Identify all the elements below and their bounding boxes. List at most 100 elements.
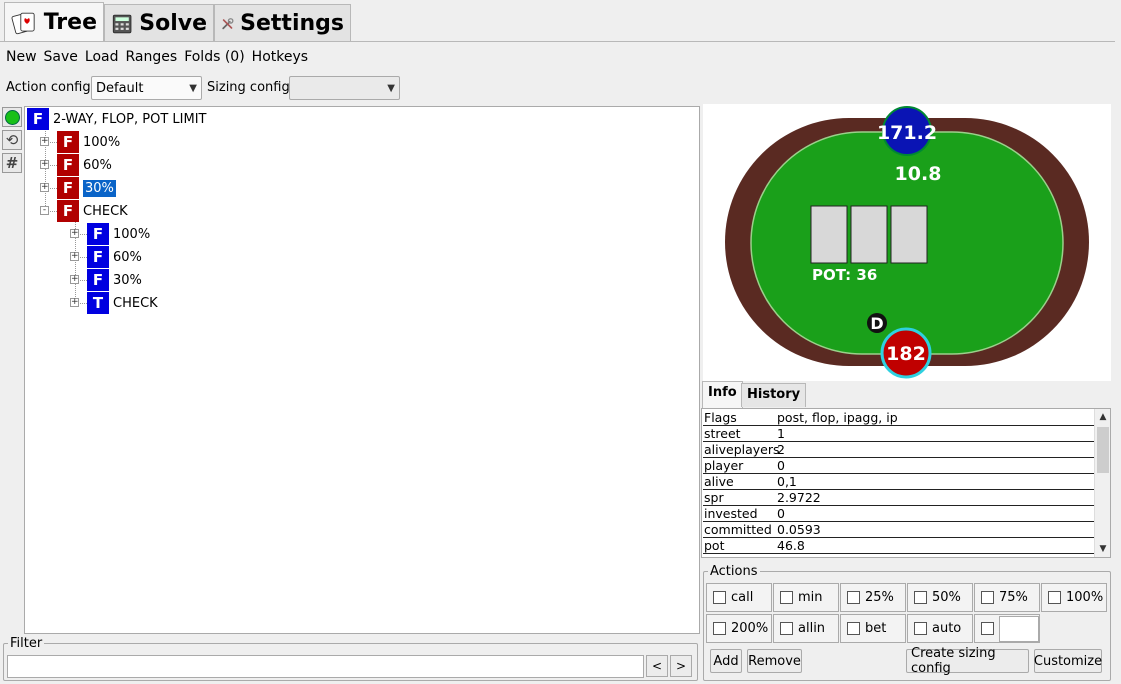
expand-icon[interactable]: +	[70, 275, 79, 284]
tree-node[interactable]: T CHECK	[87, 292, 158, 314]
tab-settings-label: Settings	[240, 11, 344, 36]
scroll-up-icon[interactable]: ▲	[1095, 409, 1110, 425]
tree-node[interactable]: F 60%	[57, 154, 112, 176]
info-row: alive 0,1	[703, 474, 1094, 490]
action-checkbox-bet[interactable]: bet	[840, 614, 906, 643]
refresh-icon: ⟲	[5, 131, 19, 149]
refresh-button[interactable]: ⟲	[2, 130, 22, 150]
tab-tree[interactable]: Tree	[4, 2, 104, 42]
tab-solve[interactable]: Solve	[104, 4, 214, 42]
action-checkbox-100[interactable]: 100%	[1041, 583, 1107, 612]
action-checkbox-allin[interactable]: allin	[773, 614, 839, 643]
action-config-select[interactable]: Default ▼	[91, 76, 202, 100]
node-badge: F	[57, 154, 79, 176]
expand-icon[interactable]: +	[40, 137, 49, 146]
create-sizing-config-button[interactable]: Create sizing config	[906, 646, 1029, 676]
checkbox-icon	[981, 591, 994, 604]
menu-folds[interactable]: Folds (0)	[184, 49, 244, 65]
tree-node-label: 60%	[83, 157, 112, 173]
poker-table: 171.2 10.8 POT: 36 D 182	[725, 106, 1089, 379]
tree-node[interactable]: F 60%	[87, 246, 142, 268]
tree-root[interactable]: F 2-WAY, FLOP, POT LIMIT	[27, 108, 206, 130]
action-checkbox-25[interactable]: 25%	[840, 583, 906, 612]
tree-root-label: 2-WAY, FLOP, POT LIMIT	[53, 111, 207, 127]
top-stack-text: 171.2	[877, 122, 937, 144]
info-row: invested 0	[703, 506, 1094, 522]
info-row: spr 2.9722	[703, 490, 1094, 506]
pot-text: POT: 36	[812, 266, 877, 284]
expand-icon[interactable]: +	[40, 183, 49, 192]
checkbox-icon	[914, 622, 927, 635]
action-checkbox-75[interactable]: 75%	[974, 583, 1040, 612]
chevron-down-icon: ▼	[387, 82, 395, 94]
checkbox-icon	[780, 622, 793, 635]
dealer-text: D	[870, 314, 883, 333]
info-row: committed 0.0593	[703, 522, 1094, 538]
checkbox-icon	[1048, 591, 1061, 604]
playing-cards-icon	[11, 12, 35, 34]
tree-node[interactable]: F CHECK	[57, 200, 128, 222]
action-config-label: Action config:	[6, 80, 96, 95]
node-badge: F	[57, 131, 79, 153]
node-badge: F	[27, 108, 49, 130]
scroll-thumb[interactable]	[1097, 427, 1109, 473]
menu-bar: New Save Load Ranges Folds (0) Hotkeys	[6, 49, 308, 65]
expand-icon[interactable]: +	[40, 160, 49, 169]
action-checkbox-custom[interactable]	[974, 614, 1040, 643]
info-scrollbar[interactable]: ▲ ▼	[1094, 409, 1110, 557]
hash-icon: #	[5, 154, 19, 172]
tree-node-label: 30%	[83, 179, 116, 197]
checkbox-icon	[914, 591, 927, 604]
action-tree[interactable]: F 2-WAY, FLOP, POT LIMIT + F 100% + F 60…	[24, 106, 700, 634]
checkbox-icon	[981, 622, 994, 635]
chevron-left-icon: <	[651, 659, 663, 673]
checkbox-icon	[847, 591, 860, 604]
expand-icon[interactable]: +	[70, 229, 79, 238]
node-badge: F	[87, 269, 109, 291]
action-checkbox-min[interactable]: min	[773, 583, 839, 612]
tree-node[interactable]: F 100%	[87, 223, 150, 245]
info-row: player 0	[703, 458, 1094, 474]
status-indicator-button[interactable]	[2, 107, 22, 127]
tree-node[interactable]: F 100%	[57, 131, 120, 153]
calculator-icon	[112, 14, 132, 33]
sizing-config-select[interactable]: ▼	[289, 76, 400, 100]
tree-node-label: CHECK	[83, 203, 128, 219]
custom-size-input[interactable]	[999, 615, 1039, 642]
filter-next-button[interactable]: >	[670, 655, 692, 677]
poker-table-view: 171.2 10.8 POT: 36 D 182	[703, 104, 1111, 381]
menu-new[interactable]: New	[6, 49, 37, 65]
menu-hotkeys[interactable]: Hotkeys	[252, 49, 308, 65]
add-button[interactable]: Add	[710, 649, 742, 673]
scroll-down-icon[interactable]: ▼	[1095, 541, 1110, 557]
action-checkbox-call[interactable]: call	[706, 583, 772, 612]
numbers-button[interactable]: #	[2, 153, 22, 173]
chevron-right-icon: >	[675, 659, 687, 673]
info-row: pot 46.8	[703, 538, 1094, 554]
tab-settings[interactable]: Settings	[214, 4, 351, 42]
action-checkbox-auto[interactable]: auto	[907, 614, 973, 643]
menu-load[interactable]: Load	[85, 49, 119, 65]
tree-node-label: CHECK	[113, 295, 158, 311]
menu-ranges[interactable]: Ranges	[126, 49, 178, 65]
menu-save[interactable]: Save	[44, 49, 78, 65]
expand-icon[interactable]: +	[70, 252, 79, 261]
tree-node-selected[interactable]: F 30%	[57, 177, 116, 199]
expand-icon[interactable]: +	[70, 298, 79, 307]
top-bet-text: 10.8	[895, 163, 942, 185]
action-checkbox-50[interactable]: 50%	[907, 583, 973, 612]
tab-history[interactable]: History	[741, 383, 807, 407]
tree-node-label: 60%	[113, 249, 142, 265]
tab-solve-label: Solve	[139, 11, 207, 36]
customize-button[interactable]: Customize	[1034, 649, 1102, 673]
checkbox-icon	[713, 591, 726, 604]
collapse-icon[interactable]: -	[40, 206, 49, 215]
action-checkbox-200[interactable]: 200%	[706, 614, 772, 643]
tree-node-label: 30%	[113, 272, 142, 288]
board-card	[810, 205, 848, 264]
filter-input[interactable]	[7, 655, 644, 678]
tab-info[interactable]: Info	[702, 381, 743, 408]
filter-prev-button[interactable]: <	[646, 655, 668, 677]
remove-button[interactable]: Remove	[747, 649, 802, 673]
tree-node[interactable]: F 30%	[87, 269, 142, 291]
